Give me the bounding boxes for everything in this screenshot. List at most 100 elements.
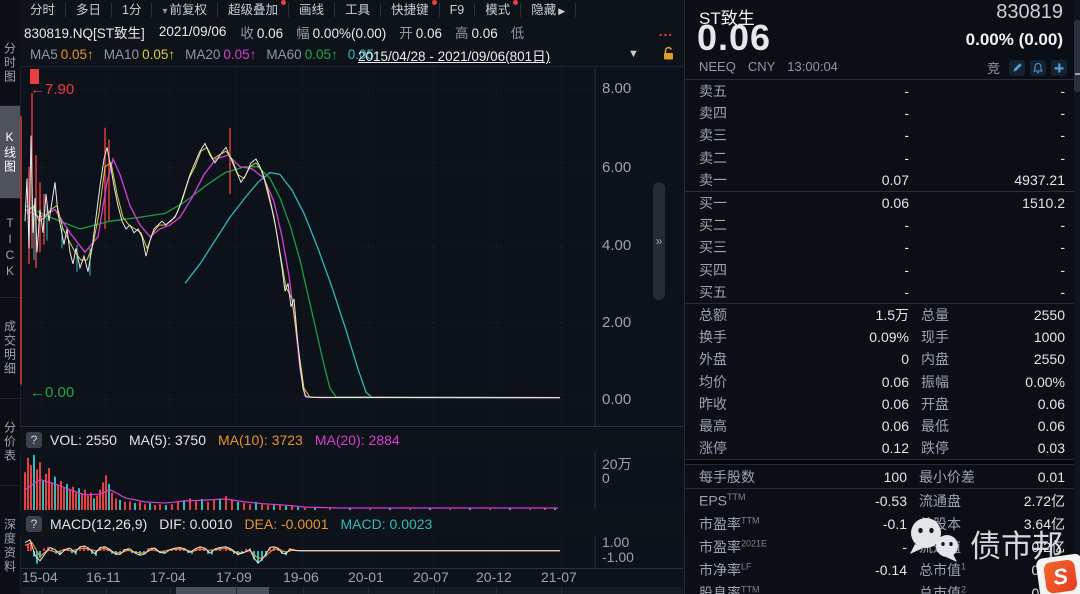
unlock-icon[interactable] — [662, 46, 675, 64]
toolbar-item-4[interactable]: ▾前复权 — [152, 3, 218, 17]
quote-panel: ST致生 830819 0.06 0.00% (0.00) NEEQ CNY 1… — [684, 0, 1080, 594]
ask-row-5[interactable]: 卖五-- — [685, 80, 1080, 102]
scrollbar-tick — [561, 587, 562, 594]
bid-row-4[interactable]: 买四-- — [685, 259, 1080, 281]
toolbar-item-1[interactable]: 分时 — [20, 3, 66, 17]
auction-label: 竞 — [987, 58, 1000, 77]
bid-row-2[interactable]: 买二-- — [685, 214, 1080, 236]
horizontal-scrollbar[interactable] — [20, 587, 683, 594]
s-logo: S — [1043, 559, 1078, 594]
toolbar-item-7[interactable]: 工具 — [335, 3, 381, 17]
scrollbar-tick — [303, 587, 304, 594]
quote-actions: 竞 — [987, 58, 1067, 77]
fundamental-row-2: 市盈率TTM-0.1总股本3.64亿 — [685, 512, 1080, 535]
toolbar-item-2[interactable]: 多日 — [66, 3, 112, 17]
toolbar-item-8[interactable]: 快捷键 — [381, 3, 440, 17]
toolbar-item-9[interactable]: F9 — [440, 3, 476, 17]
ask-row-1[interactable]: 卖一0.074937.21 — [685, 169, 1080, 191]
kline-chart-pane[interactable]: ←7.90 ←0.00 8.006.004.002.000.00 — [20, 66, 683, 427]
volume-pane-header: ? VOL: 2550 MA(5): 3750 MA(10): 3723 MA(… — [20, 427, 683, 452]
stock-code: 830819 — [996, 1, 1063, 24]
fundamental-row-3: 市盈率2021E-流通值0.2亿 — [685, 535, 1080, 558]
macd-value: MACD: 0.0023 — [341, 516, 433, 532]
scrollbar-thumb[interactable] — [176, 587, 269, 594]
low-price-marker: ←0.00 — [30, 384, 74, 401]
help-icon[interactable]: ? — [26, 432, 42, 448]
bid-row-3[interactable]: 买三-- — [685, 236, 1080, 258]
y-axis-label: 4.00 — [602, 237, 631, 254]
scrollbar-tick — [236, 587, 237, 594]
sidebar-tab-5[interactable]: 分价表 — [0, 399, 20, 486]
ask-row-3[interactable]: 卖三-- — [685, 124, 1080, 146]
alert-bell-icon[interactable] — [1030, 60, 1046, 76]
ask-row-2[interactable]: 卖二-- — [685, 147, 1080, 169]
dropdown-caret-icon: ▾ — [162, 6, 167, 17]
bid-row-1[interactable]: 买一0.061510.2 — [685, 192, 1080, 214]
x-axis-label: 17-09 — [216, 569, 252, 585]
stat-row-1: 总额1.5万总量2550 — [685, 304, 1080, 326]
scrollbar-tick — [433, 587, 434, 594]
lot-size-values: 每手股数100最小价差0.01 — [685, 465, 1080, 488]
trade-date-label: 2021/09/06 — [159, 24, 227, 39]
volume-chart-pane[interactable]: 20万 0 — [20, 452, 683, 510]
vol-ma20: MA(20): 2884 — [315, 432, 400, 448]
quote-stats: 总额1.5万总量2550换手0.09%现手1000外盘0内盘2550均价0.06… — [685, 303, 1080, 459]
fundamentals-rows: EPSTTM-0.53流通盘2.72亿市盈率TTM-0.1总股本3.64亿市盈率… — [685, 489, 1080, 594]
ask-row-4[interactable]: 卖四-- — [685, 102, 1080, 124]
ma5-value: 0.05↑ — [61, 47, 94, 62]
stat-row-5: 昨收0.06开盘0.06 — [685, 393, 1080, 415]
bid-row-5[interactable]: 买五-- — [685, 281, 1080, 303]
scrollbar-tick — [170, 587, 171, 594]
price-change: 0.00% (0.00) — [966, 30, 1063, 50]
fundamental-row-5: 股息率TTM总市值20.2亿 — [685, 581, 1080, 594]
sidebar-tab-4[interactable]: 成交明细 — [0, 298, 20, 399]
sidebar-tab-3[interactable]: TICK — [0, 199, 20, 298]
exchange-label: NEEQ — [699, 59, 736, 74]
add-plus-icon[interactable] — [1051, 60, 1067, 76]
scrollbar-tick — [368, 587, 369, 594]
info-field-3: 开0.06 — [399, 26, 442, 41]
toolbar-item-5[interactable]: 超级叠加 — [218, 3, 289, 17]
sidebar-tab-2[interactable]: K线图 — [0, 106, 20, 199]
toolbar-item-11[interactable]: 隐藏▶ — [521, 3, 576, 17]
macd-dea: DEA: -0.0001 — [244, 516, 328, 532]
help-icon[interactable]: ? — [26, 516, 42, 532]
toolbar-item-10[interactable]: 模式 — [475, 3, 521, 17]
chevron-down-icon[interactable]: ▼ — [628, 48, 639, 60]
ma20-value: 0.05↑ — [223, 47, 256, 62]
toolbar-item-3[interactable]: 1分 — [112, 3, 152, 17]
date-range-selector[interactable]: 2015/04/28 - 2021/09/06(801日) — [358, 45, 550, 65]
sidebar-tab-6[interactable]: 深度资料 — [0, 486, 20, 594]
macd-chart-pane[interactable]: 1.00 -1.00 — [20, 535, 683, 569]
vol-ma5: MA(5): 3750 — [129, 432, 206, 448]
notification-dot — [513, 0, 518, 5]
panel-collapse-handle[interactable]: » — [653, 182, 665, 300]
toolbar-item-6[interactable]: 画线 — [289, 3, 335, 17]
scrollbar-tick — [496, 587, 497, 594]
quote-time: 13:00:04 — [787, 59, 838, 74]
fundamental-row-4: 市净率LF-0.14总市值10.2亿 — [685, 558, 1080, 581]
edit-pencil-icon[interactable] — [1009, 60, 1025, 76]
x-axis-label: 19-06 — [283, 569, 319, 585]
fundamental-row-1: EPSTTM-0.53流通盘2.72亿 — [685, 489, 1080, 512]
stat-row-7: 涨停0.12跌停0.03 — [685, 437, 1080, 459]
macd-pane-header: ? MACD(12,26,9) DIF: 0.0010 DEA: -0.0001… — [20, 511, 683, 536]
top-toolbar: 分时多日1分▾前复权超级叠加画线工具快捷键F9模式隐藏▶ — [20, 0, 683, 21]
x-axis-label: 20-01 — [348, 569, 384, 585]
info-field-2: 幅0.00%(0.00) — [296, 26, 386, 41]
x-axis-label: 16-11 — [86, 569, 121, 585]
ma10-pair: MA100.05↑ — [104, 47, 175, 62]
logo-card: S — [1035, 553, 1080, 594]
more-ellipsis[interactable]: ... — [659, 24, 673, 39]
vol-ma10: MA(10): 3723 — [218, 432, 303, 448]
vertical-scrollbar-thumb[interactable] — [1074, 20, 1080, 92]
vertical-scrollbar[interactable] — [1074, 0, 1080, 594]
scrollbar-tick — [42, 587, 43, 594]
market-info: NEEQ CNY 13:00:04 — [699, 59, 838, 74]
macd-dif: DIF: 0.0010 — [159, 516, 232, 532]
sidebar-tab-1[interactable]: 分时图 — [0, 20, 20, 106]
ma60-pair: MA600.05↑ — [266, 47, 337, 62]
ma5-pair: MA50.05↑ — [30, 47, 94, 62]
y-axis-label: 0.00 — [602, 391, 631, 408]
info-field-4: 高0.06 — [455, 26, 498, 41]
